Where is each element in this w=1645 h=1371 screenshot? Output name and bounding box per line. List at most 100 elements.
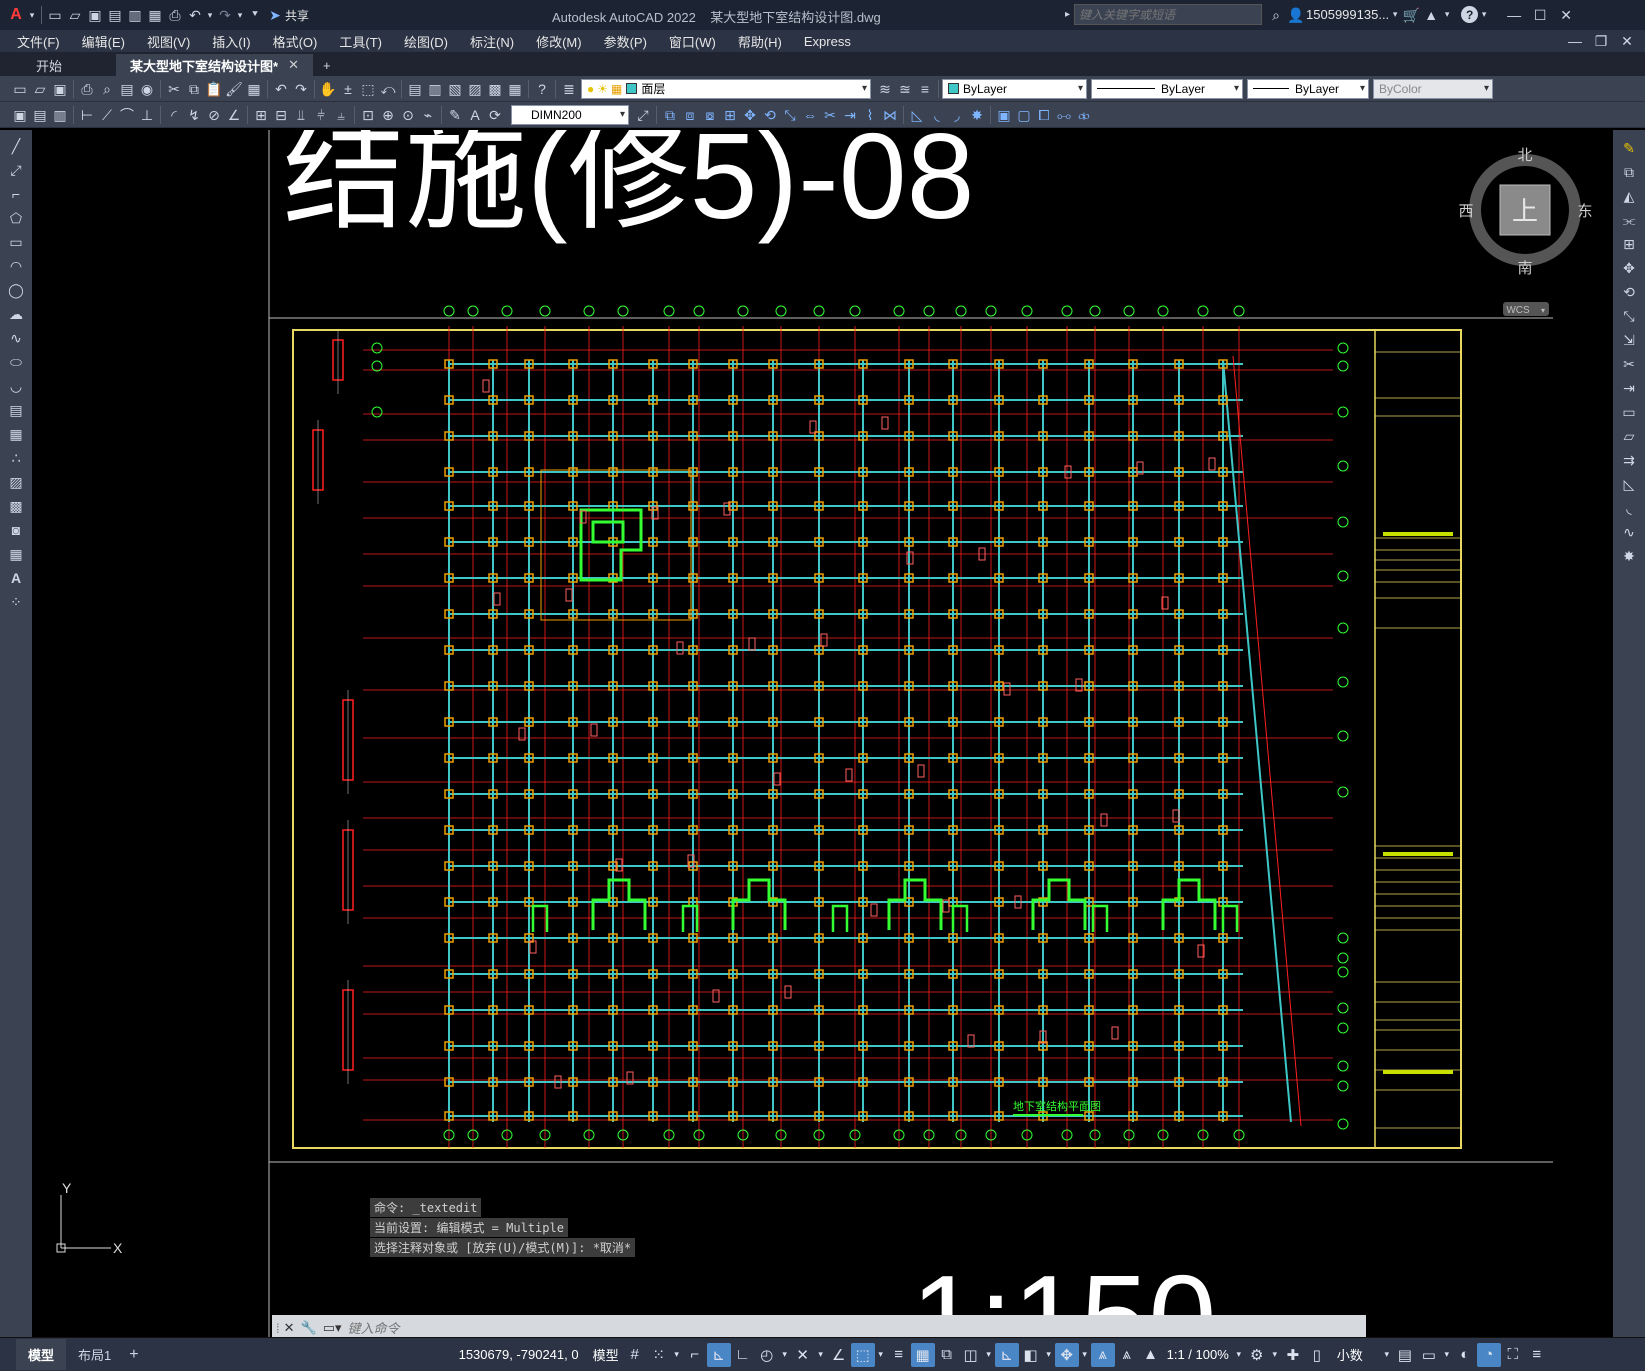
rotate-icon[interactable]: ⟲: [760, 105, 780, 125]
ortho-icon[interactable]: ∟: [731, 1343, 755, 1367]
tab-start[interactable]: 开始: [22, 54, 76, 76]
clean-screen-icon[interactable]: ⛶: [1501, 1343, 1525, 1367]
chevron-down-icon[interactable]: ▾: [1441, 1343, 1453, 1367]
tab-document[interactable]: 某大型地下室结构设计图* ✕: [116, 54, 313, 76]
arc-length-icon[interactable]: ⌒: [117, 105, 137, 125]
tab-model[interactable]: 模型: [16, 1339, 67, 1370]
layer-properties-icon[interactable]: ≣: [559, 79, 579, 99]
chevron-down-icon[interactable]: ▾: [815, 1343, 827, 1367]
grip-icon[interactable]: ⁞: [276, 1321, 280, 1336]
zoom-window-icon[interactable]: ⬚: [358, 79, 378, 99]
chevron-down-icon[interactable]: ▾: [1389, 5, 1401, 25]
line-icon[interactable]: ╱: [6, 136, 26, 156]
chevron-down-icon[interactable]: ▾: [1478, 5, 1490, 25]
layer-previous-icon[interactable]: ≊: [895, 79, 915, 99]
print-icon[interactable]: ⎙: [165, 5, 185, 25]
chevron-down-icon[interactable]: ▾: [1441, 5, 1453, 25]
compass-east[interactable]: 东: [1577, 202, 1592, 220]
menu-parametric[interactable]: 参数(P): [593, 32, 658, 51]
fillet-icon[interactable]: ◟: [1619, 498, 1639, 518]
menu-window[interactable]: 窗口(W): [658, 32, 727, 51]
rotate-icon[interactable]: ⟲: [1619, 282, 1639, 302]
inspect-icon[interactable]: ⊙: [398, 105, 418, 125]
coordinates[interactable]: 1530679, -790241, 0: [455, 1347, 583, 1362]
annotation-visibility-icon[interactable]: ⩓: [1090, 1342, 1115, 1367]
region-icon[interactable]: ◙: [6, 520, 26, 540]
blend-icon[interactable]: ∿: [1619, 522, 1639, 542]
layer-merge-icon[interactable]: ▥: [50, 105, 70, 125]
move-icon[interactable]: ✥: [1619, 258, 1639, 278]
selection-filter-icon[interactable]: ◧: [1019, 1343, 1043, 1367]
menu-dimension[interactable]: 标注(N): [459, 32, 525, 51]
open-icon[interactable]: ▱: [30, 79, 50, 99]
gradient-icon[interactable]: ▩: [6, 496, 26, 516]
isodraft-icon[interactable]: ✕: [791, 1343, 815, 1367]
transparency-icon[interactable]: ▦: [910, 1342, 935, 1367]
menu-tools[interactable]: 工具(T): [328, 32, 393, 51]
stretch-icon[interactable]: ⇲: [1619, 330, 1639, 350]
circle-icon[interactable]: ◯: [6, 280, 26, 300]
save-icon[interactable]: ▣: [85, 5, 105, 25]
array-icon[interactable]: ⊞: [720, 105, 740, 125]
grid-icon[interactable]: #: [623, 1343, 647, 1367]
preview-icon[interactable]: ⌕: [97, 79, 117, 99]
hatch-back-icon[interactable]: ⧞: [1074, 105, 1094, 125]
annotation-scale-value[interactable]: 1:1 / 100%: [1163, 1347, 1233, 1362]
menu-insert[interactable]: 插入(I): [201, 32, 261, 51]
revcloud-icon[interactable]: ☁: [6, 304, 26, 324]
lock-ui-icon[interactable]: ▭: [1417, 1343, 1441, 1367]
insert-block-icon[interactable]: ▤: [6, 400, 26, 420]
pan-icon[interactable]: ✋: [318, 79, 338, 99]
array-icon[interactable]: ⊞: [1619, 234, 1639, 254]
erase-icon[interactable]: ✎: [1619, 138, 1639, 158]
make-block-icon[interactable]: ▦: [6, 424, 26, 444]
quick-properties-icon[interactable]: ▤: [1393, 1343, 1417, 1367]
plotstyle-dropdown[interactable]: ByColor ▾: [1373, 78, 1493, 99]
chevron-down-icon[interactable]: ▾: [1381, 1343, 1393, 1367]
dynamic-input-icon[interactable]: ⊾: [706, 1342, 731, 1367]
autodesk-icon[interactable]: ▲: [1421, 5, 1441, 25]
construction-line-icon[interactable]: ⤢: [6, 160, 26, 180]
tab-layout1[interactable]: 布局1: [66, 1339, 123, 1370]
diameter-dim-icon[interactable]: ⊘: [204, 105, 224, 125]
tolerance-icon[interactable]: ⊡: [358, 105, 378, 125]
chamfer-icon[interactable]: ◺: [1619, 474, 1639, 494]
jogged-dim-icon[interactable]: ↯: [184, 105, 204, 125]
join-icon[interactable]: ⇉: [1619, 450, 1639, 470]
quick-dim-icon[interactable]: ⊞: [251, 105, 271, 125]
polygon-icon[interactable]: ⬠: [6, 208, 26, 228]
offset-icon[interactable]: ⧇: [700, 105, 720, 125]
selection-cycling-icon[interactable]: ⧉: [935, 1343, 959, 1367]
ellipse-arc-icon[interactable]: ◡: [6, 376, 26, 396]
compass-south[interactable]: 南: [1517, 259, 1532, 277]
extend-icon[interactable]: ⇥: [840, 105, 860, 125]
ordinate-dim-icon[interactable]: ⊥: [137, 105, 157, 125]
cart-icon[interactable]: 🛒: [1401, 5, 1421, 25]
menu-modify[interactable]: 修改(M): [525, 32, 593, 51]
ungroup-icon[interactable]: ▢: [1014, 105, 1034, 125]
new-file-icon[interactable]: ▭: [45, 5, 65, 25]
dim-edit-icon[interactable]: ✎: [445, 105, 465, 125]
chevron-down-icon[interactable]: ▾: [779, 1343, 791, 1367]
minimize-icon[interactable]: —: [1504, 5, 1524, 25]
doc-minimize-icon[interactable]: —: [1565, 31, 1585, 51]
block-editor-icon[interactable]: ▦: [244, 79, 264, 99]
qnew-icon[interactable]: ▭: [10, 79, 30, 99]
dim-text-edit-icon[interactable]: A: [465, 105, 485, 125]
extend-icon[interactable]: ⇥: [1619, 378, 1639, 398]
trim-icon[interactable]: ✂: [820, 105, 840, 125]
chevron-down-icon[interactable]: ▾: [26, 5, 38, 25]
user-icon[interactable]: 👤: [1286, 5, 1306, 25]
center-mark-icon[interactable]: ⊕: [378, 105, 398, 125]
redo-icon[interactable]: ↷: [291, 79, 311, 99]
chevron-down-icon[interactable]: ▾: [1043, 1343, 1055, 1367]
trim-icon[interactable]: ✂: [1619, 354, 1639, 374]
maximize-icon[interactable]: ☐: [1530, 5, 1550, 25]
aligned-dim-icon[interactable]: ⟋: [97, 105, 117, 125]
infer-icon[interactable]: ⌐: [683, 1343, 707, 1367]
chevron-down-icon[interactable]: ▾: [235, 5, 245, 25]
linetype-dropdown[interactable]: ByLayer ▾: [1091, 78, 1243, 99]
user-name[interactable]: 1505999135...: [1306, 7, 1389, 22]
dynamic-ucs-icon[interactable]: ⊾: [994, 1342, 1019, 1367]
compass-west[interactable]: 西: [1458, 202, 1473, 220]
